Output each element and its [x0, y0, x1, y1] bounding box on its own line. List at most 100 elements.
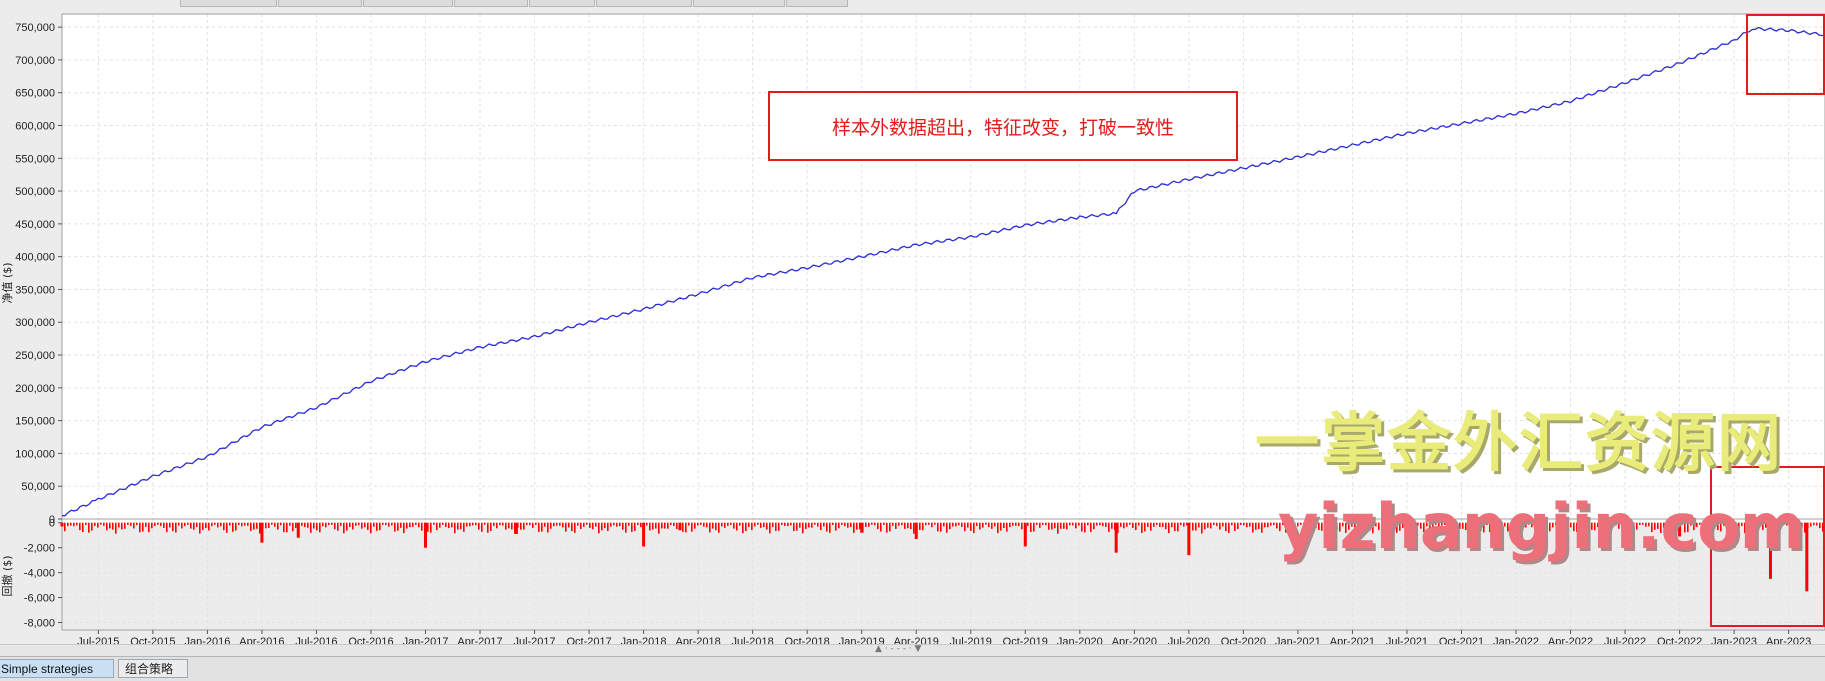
drawdown-spike: [616, 523, 618, 527]
equity-y-tick-label: 500,000: [15, 186, 55, 198]
drawdown-spike: [736, 523, 738, 531]
drawdown-spike: [91, 523, 93, 531]
drawdown-spike: [184, 523, 186, 526]
drawdown-spike: [178, 523, 180, 526]
tab-portfolio-strategies[interactable]: 组合策略: [118, 659, 188, 678]
drawdown-spike: [340, 523, 342, 526]
drawdown-spike: [811, 523, 813, 528]
drawdown-spike: [97, 523, 99, 528]
drawdown-spike: [247, 523, 249, 526]
drawdown-spike: [967, 523, 969, 528]
top-tab[interactable]: [693, 0, 785, 7]
drawdown-spike: [589, 523, 591, 528]
drawdown-spike: [1009, 523, 1011, 527]
drawdown-spike: [1132, 523, 1134, 528]
drawdown-spike: [307, 523, 309, 528]
drawdown-spike: [631, 523, 633, 532]
drawdown-spike: [991, 523, 993, 529]
x-axis-ticks: Jul-2015Oct-2015Jan-2016Apr-2016Jul-2016…: [77, 630, 1811, 644]
drawdown-spike: [1084, 523, 1086, 533]
top-tab[interactable]: [363, 0, 453, 7]
drawdown-spike: [841, 523, 843, 525]
drawdown-spike: [943, 523, 945, 527]
drawdown-spike: [1063, 523, 1065, 529]
drawdown-spike: [823, 523, 825, 527]
drawdown-spike: [1270, 523, 1272, 526]
x-tick-label: Jul-2021: [1386, 636, 1428, 644]
drawdown-spike: [208, 523, 210, 531]
drawdown-spike: [445, 523, 447, 527]
drawdown-spike: [196, 523, 198, 527]
top-tab[interactable]: [596, 0, 692, 7]
drawdown-spike: [718, 523, 720, 533]
drawdown-spike: [1195, 523, 1197, 531]
equity-y-tick-label: 600,000: [15, 120, 55, 132]
top-tab[interactable]: [180, 0, 277, 7]
drawdown-spike: [1237, 523, 1239, 529]
drawdown-spike: [658, 523, 660, 534]
top-tab[interactable]: [786, 0, 848, 7]
drawdown-y-tick-label: -4,000: [24, 568, 55, 580]
drawdown-spike: [1174, 523, 1176, 531]
top-tab[interactable]: [454, 0, 528, 7]
drawdown-spike: [118, 523, 120, 528]
highlight-rect-top: [1746, 14, 1825, 95]
drawdown-spike: [1099, 523, 1101, 526]
drawdown-spike: [667, 523, 669, 529]
drawdown-spike: [94, 523, 96, 526]
drawdown-spike: [1213, 523, 1215, 525]
drawdown-spike: [1030, 523, 1032, 532]
drawdown-spike: [505, 523, 507, 530]
drawdown-spike: [790, 523, 792, 526]
x-tick-label: Oct-2020: [1221, 636, 1266, 644]
drawdown-spike: [1180, 523, 1182, 525]
top-tab[interactable]: [529, 0, 595, 7]
equity-y-tick-label: 250,000: [15, 350, 55, 362]
drawdown-spike: [934, 523, 936, 525]
drawdown-spike: [1261, 523, 1263, 533]
drawdown-spike: [1126, 523, 1128, 527]
drawdown-spike: [610, 523, 612, 527]
drawdown-spike: [70, 523, 72, 526]
x-tick-label: Oct-2019: [1003, 636, 1048, 644]
drawdown-spike: [553, 523, 555, 526]
x-tick-label: Apr-2018: [676, 636, 721, 644]
drawdown-spike: [682, 523, 684, 532]
drawdown-spike: [154, 523, 156, 526]
drawdown-spike: [199, 523, 201, 534]
tab-simple-strategies[interactable]: Simple strategies: [0, 659, 114, 678]
drawdown-spike: [79, 523, 81, 530]
drawdown-spike: [136, 523, 138, 525]
drawdown-spike: [793, 523, 795, 531]
drawdown-spike: [964, 523, 966, 531]
drawdown-spike: [916, 523, 918, 528]
drawdown-spike: [481, 523, 483, 532]
drawdown-spike: [535, 523, 537, 525]
drawdown-spike: [712, 523, 714, 529]
top-tab[interactable]: [278, 0, 362, 7]
drawdown-spike: [847, 523, 849, 528]
drawdown-spike: [1231, 523, 1233, 526]
drawdown-spike: [901, 523, 903, 525]
x-tick-label: Apr-2021: [1330, 636, 1375, 644]
drawdown-spike: [271, 523, 273, 525]
drawdown-spike: [973, 523, 975, 533]
drawdown-spike: [922, 523, 924, 530]
splitter-handle[interactable]: ▲ · - - - · ▼: [875, 644, 921, 654]
drawdown-spike: [1135, 523, 1137, 530]
equity-axis-label: 净值 ($): [0, 262, 14, 303]
drawdown-spike: [1018, 523, 1020, 526]
drawdown-spike: [454, 523, 456, 533]
drawdown-spike: [139, 523, 141, 533]
drawdown-spike: [439, 523, 441, 528]
drawdown-spike: [703, 523, 705, 527]
x-tick-label: Jan-2020: [1057, 636, 1103, 644]
drawdown-spike: [1027, 523, 1029, 526]
drawdown-spike: [1156, 523, 1158, 525]
x-tick-label: Jul-2016: [295, 636, 337, 644]
x-tick-label: Oct-2016: [348, 636, 393, 644]
drawdown-spike: [619, 523, 621, 526]
drawdown-spike: [862, 523, 864, 533]
drawdown-spike: [1204, 523, 1206, 530]
drawdown-spike: [67, 523, 69, 526]
